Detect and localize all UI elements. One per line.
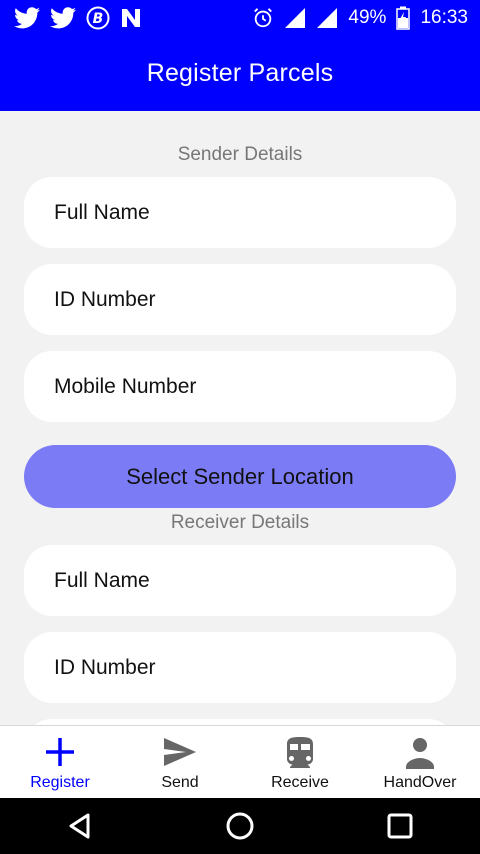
system-status: 49% 16:33 xyxy=(252,6,468,30)
receiver-details-heading: Receiver Details xyxy=(170,512,310,533)
sender-id-number-placeholder: ID Number xyxy=(54,287,156,311)
nav-receive-label: Receive xyxy=(271,774,329,791)
nav-register[interactable]: Register xyxy=(0,726,120,799)
n-icon xyxy=(122,9,140,27)
clock: 16:33 xyxy=(420,7,468,28)
home-button[interactable] xyxy=(220,806,260,846)
sender-id-number-field[interactable]: ID Number xyxy=(24,264,456,335)
back-triangle-icon xyxy=(69,813,90,839)
bottom-navigation: Register Send Receive HandOver xyxy=(0,725,480,799)
sender-mobile-number-placeholder: Mobile Number xyxy=(54,374,197,398)
twitter-icon xyxy=(14,7,40,29)
nav-send-label: Send xyxy=(161,774,199,791)
train-icon xyxy=(287,737,313,768)
nav-send[interactable]: Send xyxy=(120,726,240,799)
nav-receive[interactable]: Receive xyxy=(240,726,360,799)
receiver-full-name-placeholder: Full Name xyxy=(54,568,150,592)
select-sender-location-button[interactable]: Select Sender Location xyxy=(24,445,456,508)
register-form[interactable]: Sender Details Full Name ID Number Mobil… xyxy=(0,111,480,725)
alarm-icon xyxy=(254,8,273,28)
twitter-icon xyxy=(50,7,76,29)
battery-charging-icon xyxy=(396,6,411,30)
receiver-id-number-field[interactable]: ID Number xyxy=(24,632,456,703)
recents-button[interactable] xyxy=(380,806,420,846)
sender-details-heading: Sender Details xyxy=(177,144,303,165)
sender-mobile-number-field[interactable]: Mobile Number xyxy=(24,351,456,422)
nav-handover-label: HandOver xyxy=(383,774,457,791)
signal-icon xyxy=(317,8,338,28)
status-bar: B 49% 16:33 xyxy=(0,0,480,36)
bitcoin-icon: B xyxy=(86,6,110,30)
sender-full-name-placeholder: Full Name xyxy=(54,200,150,224)
signal-icon xyxy=(285,8,306,28)
recents-square-icon xyxy=(387,813,413,839)
home-circle-icon xyxy=(226,812,254,840)
back-button[interactable] xyxy=(60,806,100,846)
receiver-full-name-field[interactable]: Full Name xyxy=(24,545,456,616)
svg-text:B: B xyxy=(93,11,104,27)
nav-handover[interactable]: HandOver xyxy=(360,726,480,799)
plus-icon xyxy=(46,738,74,766)
battery-percent: 49% xyxy=(348,7,387,28)
sender-full-name-field[interactable]: Full Name xyxy=(24,177,456,248)
system-navigation-bar xyxy=(0,798,480,854)
send-icon xyxy=(164,738,196,766)
person-icon xyxy=(406,738,434,769)
nav-register-label: Register xyxy=(30,774,90,791)
app-bar: Register Parcels xyxy=(0,36,480,111)
page-title: Register Parcels xyxy=(146,59,334,87)
receiver-id-number-placeholder: ID Number xyxy=(54,655,156,679)
notification-icons: B xyxy=(14,6,142,30)
